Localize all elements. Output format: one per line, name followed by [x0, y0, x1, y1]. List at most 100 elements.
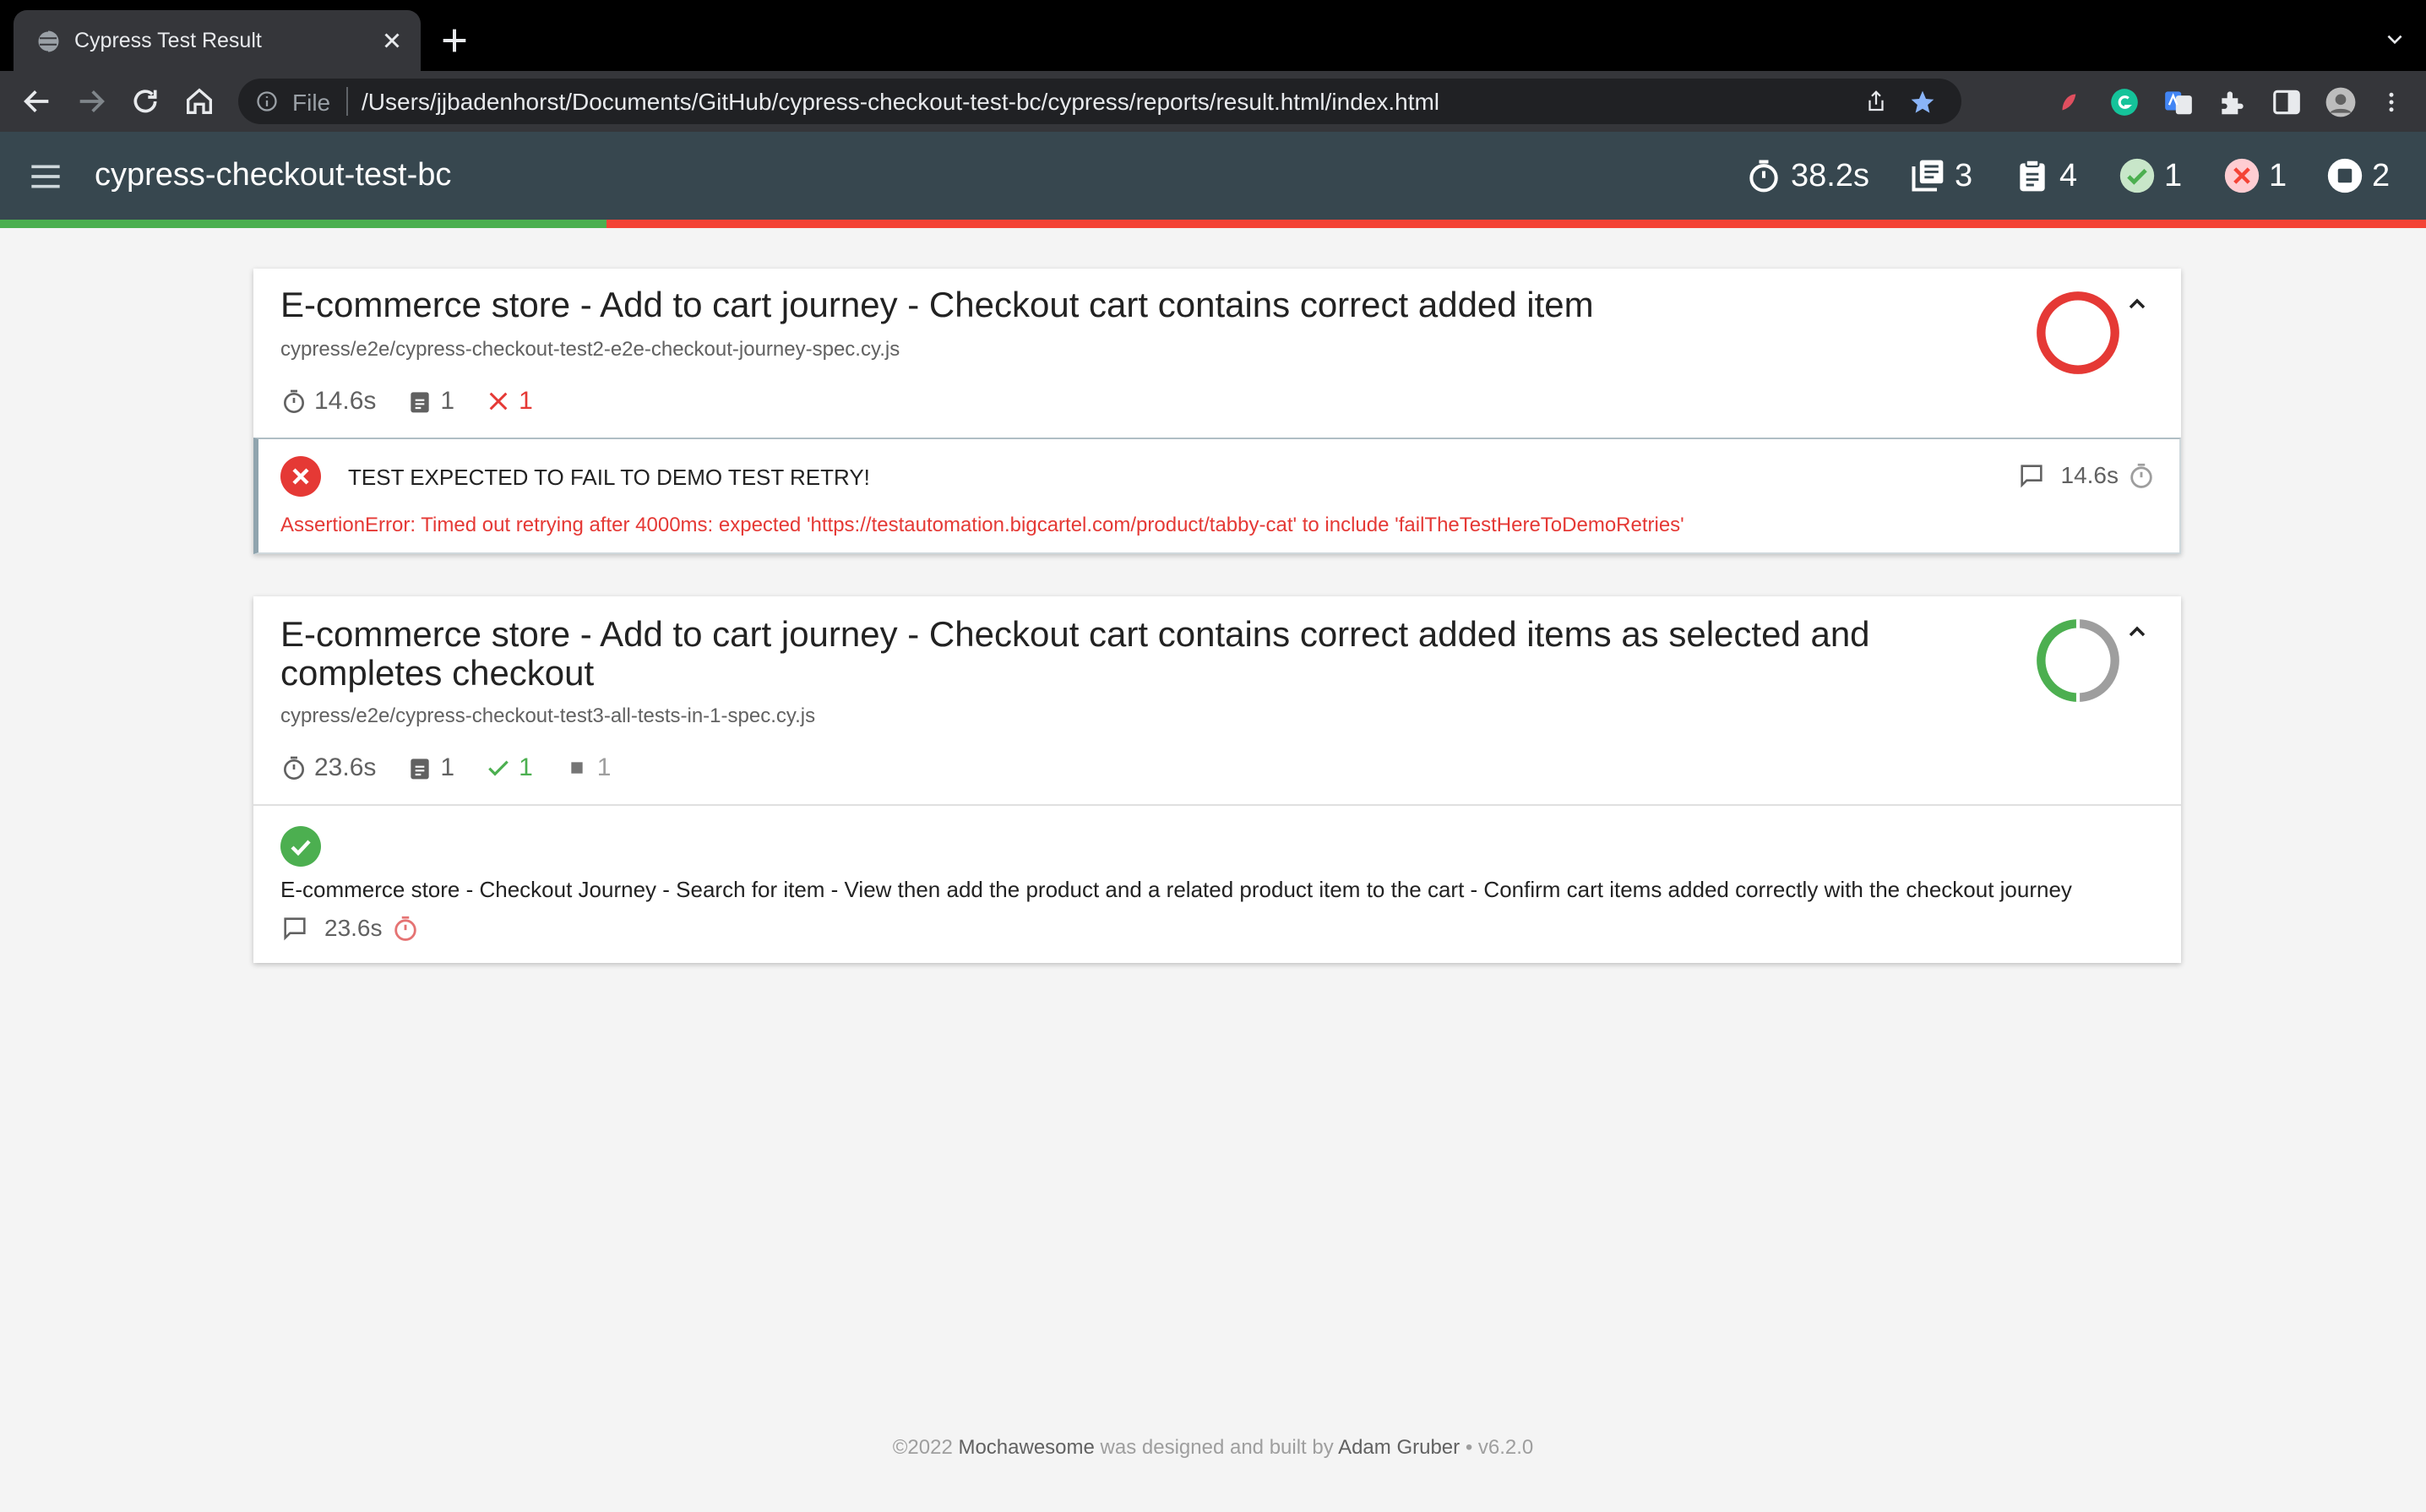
suite-stats: 14.6s 1 1 — [280, 387, 563, 416]
suite-title-line-2: completes checkout — [280, 653, 595, 693]
profile-avatar-icon[interactable] — [2325, 86, 2357, 118]
grammarly-icon[interactable] — [2108, 86, 2140, 118]
back-arrow-icon[interactable] — [20, 84, 54, 118]
stat-passed[interactable]: 1 — [2119, 155, 2182, 196]
report-nav-bar: cypress-checkout-test-bc 38.2s 3 4 1 1 2 — [0, 132, 2426, 220]
suite-title: E-commerce store - Add to cart journey -… — [280, 285, 1594, 324]
test-meta: 23.6s — [280, 914, 420, 943]
chevron-up-icon[interactable] — [2124, 618, 2151, 645]
puzzle-extensions-icon[interactable] — [2217, 86, 2249, 118]
timer-icon — [284, 389, 304, 413]
bookmark-star-icon[interactable] — [1909, 89, 1936, 116]
new-tab-icon[interactable] — [438, 24, 471, 57]
timer-icon — [1749, 160, 1778, 193]
address-bar[interactable]: File /Users/jjbadenhorst/Documents/GitHu… — [238, 79, 1961, 124]
globe-icon — [36, 30, 59, 53]
suite-file-path: cypress/e2e/cypress-checkout-test2-e2e-c… — [280, 338, 900, 361]
test-passed-icon — [280, 826, 321, 867]
suite-title: E-commerce store - Add to cart journey -… — [280, 615, 1870, 693]
timer-icon — [284, 756, 304, 780]
tab-title: Cypress Test Result — [74, 29, 262, 52]
stat-suites-value: 3 — [1955, 157, 1973, 193]
stat-skipped[interactable]: 2 — [2326, 155, 2390, 196]
suite-card: E-commerce store - Add to cart journey -… — [253, 269, 2181, 554]
suite-duration: 23.6s — [280, 753, 376, 782]
suite-duration: 14.6s — [280, 387, 376, 416]
test-duration: 23.6s — [324, 915, 383, 941]
suite-test-count-value: 1 — [440, 753, 455, 781]
suite-status-chart — [2037, 291, 2119, 374]
suite-passed-count-value: 1 — [519, 753, 533, 781]
pass-progress-fill — [0, 220, 606, 228]
test-duration: 14.6s — [2060, 462, 2119, 488]
test-error-message: AssertionError: Timed out retrying after… — [280, 514, 1684, 536]
chevron-down-icon[interactable] — [2382, 29, 2407, 51]
suite-status-chart — [2037, 619, 2119, 702]
suite-file-path: cypress/e2e/cypress-checkout-test3-all-t… — [280, 704, 816, 727]
suite-duration-value: 14.6s — [314, 387, 377, 415]
close-icon — [292, 468, 309, 485]
footer-middle-text: was designed and built by — [1100, 1436, 1334, 1459]
test-title: TEST EXPECTED TO FAIL TO DEMO TEST RETRY… — [348, 465, 870, 490]
reload-icon[interactable] — [128, 84, 162, 118]
suite-test-count-value: 1 — [440, 387, 455, 415]
test-item-passed[interactable]: E-commerce store - Checkout Journey - Se… — [253, 806, 2181, 963]
url-scheme-label: File — [292, 90, 331, 116]
browser-tab-bar: Cypress Test Result — [0, 0, 2426, 71]
close-tab-icon[interactable] — [377, 25, 407, 56]
share-icon[interactable] — [1863, 89, 1889, 114]
stat-skipped-value: 2 — [2372, 157, 2391, 193]
extension-red-icon[interactable] — [2054, 86, 2086, 118]
info-icon[interactable] — [255, 90, 279, 113]
footer-mochawesome-link[interactable]: Mochawesome — [958, 1436, 1094, 1459]
stat-duration-value: 38.2s — [1791, 157, 1869, 193]
url-text[interactable]: /Users/jjbadenhorst/Documents/GitHub/cyp… — [362, 89, 1439, 116]
stat-tests[interactable]: 4 — [2014, 155, 2077, 196]
suite-card: E-commerce store - Add to cart journey -… — [253, 596, 2181, 963]
hamburger-menu-icon[interactable] — [29, 162, 63, 191]
stat-failed[interactable]: 1 — [2223, 155, 2287, 196]
footer: ©2022 Mochawesome was designed and built… — [0, 1436, 2426, 1460]
close-icon — [489, 392, 508, 411]
suite-test-count: 1 — [406, 753, 454, 782]
timer-icon — [394, 916, 416, 941]
browser-tab[interactable]: Cypress Test Result — [14, 10, 421, 71]
suite-duration-value: 23.6s — [314, 753, 377, 781]
footer-author-link[interactable]: Adam Gruber — [1338, 1436, 1460, 1459]
suite-passed-count: 1 — [485, 753, 533, 782]
forward-arrow-icon[interactable] — [74, 84, 108, 118]
suite-failed-count: 1 — [485, 387, 533, 416]
side-panel-icon[interactable] — [2271, 86, 2303, 118]
footer-version: • v6.2.0 — [1465, 1436, 1534, 1459]
footer-copyright: ©2022 — [892, 1436, 953, 1459]
url-separator — [346, 87, 348, 116]
suite-title-line-1: E-commerce store - Add to cart journey -… — [280, 614, 1870, 654]
test-item-failed[interactable]: TEST EXPECTED TO FAIL TO DEMO TEST RETRY… — [253, 438, 2181, 554]
more-vertical-icon[interactable] — [2379, 86, 2404, 118]
suite-test-count: 1 — [406, 387, 454, 416]
stat-passed-value: 1 — [2164, 157, 2183, 193]
test-title: E-commerce store - Checkout Journey - Se… — [280, 877, 2072, 902]
comment-icon[interactable] — [2017, 461, 2046, 490]
library-books-icon — [1912, 160, 1944, 192]
test-meta: 14.6s — [2017, 461, 2157, 490]
comment-icon[interactable] — [280, 914, 309, 943]
stop-circle-icon — [2327, 158, 2363, 193]
stat-suites[interactable]: 3 — [1909, 155, 1972, 196]
browser-toolbar: File /Users/jjbadenhorst/Documents/GitHu… — [0, 71, 2426, 132]
pass-fail-progress-bar — [0, 220, 2426, 228]
stat-failed-value: 1 — [2269, 157, 2287, 193]
test-failed-icon — [280, 456, 321, 497]
stop-icon — [571, 762, 583, 774]
suite-skipped-count-value: 1 — [596, 753, 612, 781]
stat-duration[interactable]: 38.2s — [1745, 155, 1869, 196]
suite-stats: 23.6s 1 1 1 — [280, 753, 641, 782]
report-title: cypress-checkout-test-bc — [95, 157, 452, 193]
translate-icon[interactable] — [2162, 86, 2195, 118]
home-icon[interactable] — [182, 84, 216, 118]
cancel-circle-icon — [2224, 158, 2260, 193]
clipboard-icon — [411, 759, 430, 780]
suite-failed-count-value: 1 — [519, 387, 533, 415]
clipboard-icon — [411, 392, 430, 413]
chevron-up-icon[interactable] — [2124, 291, 2151, 318]
